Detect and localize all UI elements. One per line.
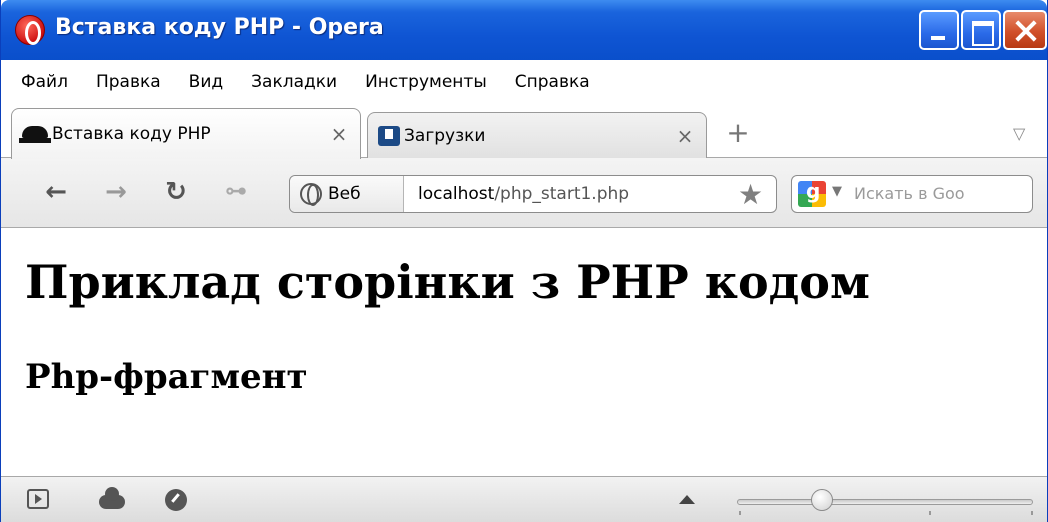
globe-icon (300, 183, 322, 206)
url-path: /php_start1.php (494, 184, 630, 204)
reload-button[interactable]: ↻ (159, 178, 193, 208)
view-menu-up-icon[interactable] (679, 495, 695, 504)
forward-button[interactable]: → (99, 178, 133, 208)
new-tab-button[interactable]: + (723, 119, 753, 150)
speed-dial-icon[interactable] (165, 489, 187, 511)
navigation-bar: ← → ↻ ⊶ Веб localhost/php_start1.php ★ ▼… (1, 158, 1047, 228)
web-badge-label: Веб (328, 184, 361, 204)
google-icon[interactable] (798, 179, 826, 207)
zoom-slider[interactable] (737, 499, 1033, 505)
search-bar[interactable]: ▼ Искать в Goo (791, 175, 1033, 213)
minimize-button[interactable] (919, 10, 959, 50)
opera-logo-icon[interactable] (15, 15, 45, 45)
cloud-icon[interactable] (99, 487, 125, 509)
title-bar[interactable]: Вставка коду PHP - Opera (1, 0, 1047, 60)
panel-toggle-icon[interactable] (27, 489, 49, 509)
address-bar[interactable]: Веб localhost/php_start1.php ★ (289, 175, 777, 213)
window-title: Вставка коду PHP - Opera (55, 15, 384, 40)
search-dropdown-icon[interactable]: ▼ (832, 184, 842, 199)
tab-menu-icon[interactable]: ▽ (1013, 124, 1025, 143)
zoom-tick (929, 511, 931, 515)
menu-bookmarks[interactable]: Закладки (251, 72, 337, 92)
tab-bar: Вставка коду PHP × Загрузки × + ▽ (1, 104, 1047, 159)
back-button[interactable]: ← (39, 178, 73, 208)
maximize-button[interactable] (961, 10, 1001, 50)
page-content: Приклад сторінки з PHP кодом Php-фрагмен… (1, 229, 1047, 476)
menu-view[interactable]: Вид (189, 72, 223, 92)
url-input[interactable]: localhost/php_start1.php (418, 184, 629, 204)
url-host: localhost (418, 184, 495, 204)
status-bar (1, 476, 1047, 522)
tab-downloads[interactable]: Загрузки × (367, 112, 707, 158)
menu-tools[interactable]: Инструменты (365, 72, 487, 92)
spy-icon (19, 126, 51, 143)
tab-close-icon[interactable]: × (672, 124, 698, 148)
menu-file[interactable]: Файл (21, 72, 68, 92)
tab-label: Загрузки (404, 125, 486, 146)
tab-php-insert[interactable]: Вставка коду PHP × (11, 108, 361, 159)
search-input[interactable]: Искать в Goo (854, 184, 965, 203)
bookmark-star-icon[interactable]: ★ (738, 178, 763, 211)
page-subheading: Php-фрагмент (25, 357, 308, 397)
browser-window: Вставка коду PHP - Opera Файл Правка Вид… (0, 0, 1048, 522)
menu-edit[interactable]: Правка (96, 72, 161, 92)
menu-bar: Файл Правка Вид Закладки Инструменты Спр… (1, 60, 1047, 104)
zoom-tick (1031, 511, 1033, 515)
close-button[interactable] (1003, 10, 1047, 50)
zoom-slider-thumb[interactable] (811, 489, 833, 511)
tab-label: Вставка коду PHP (52, 124, 211, 144)
page-heading: Приклад сторінки з PHP кодом (25, 255, 870, 309)
key-icon[interactable]: ⊶ (219, 178, 253, 208)
menu-help[interactable]: Справка (515, 72, 590, 92)
web-badge[interactable]: Веб (290, 176, 404, 212)
zoom-tick (739, 511, 741, 515)
tab-close-icon[interactable]: × (326, 122, 352, 146)
download-icon (378, 125, 400, 146)
